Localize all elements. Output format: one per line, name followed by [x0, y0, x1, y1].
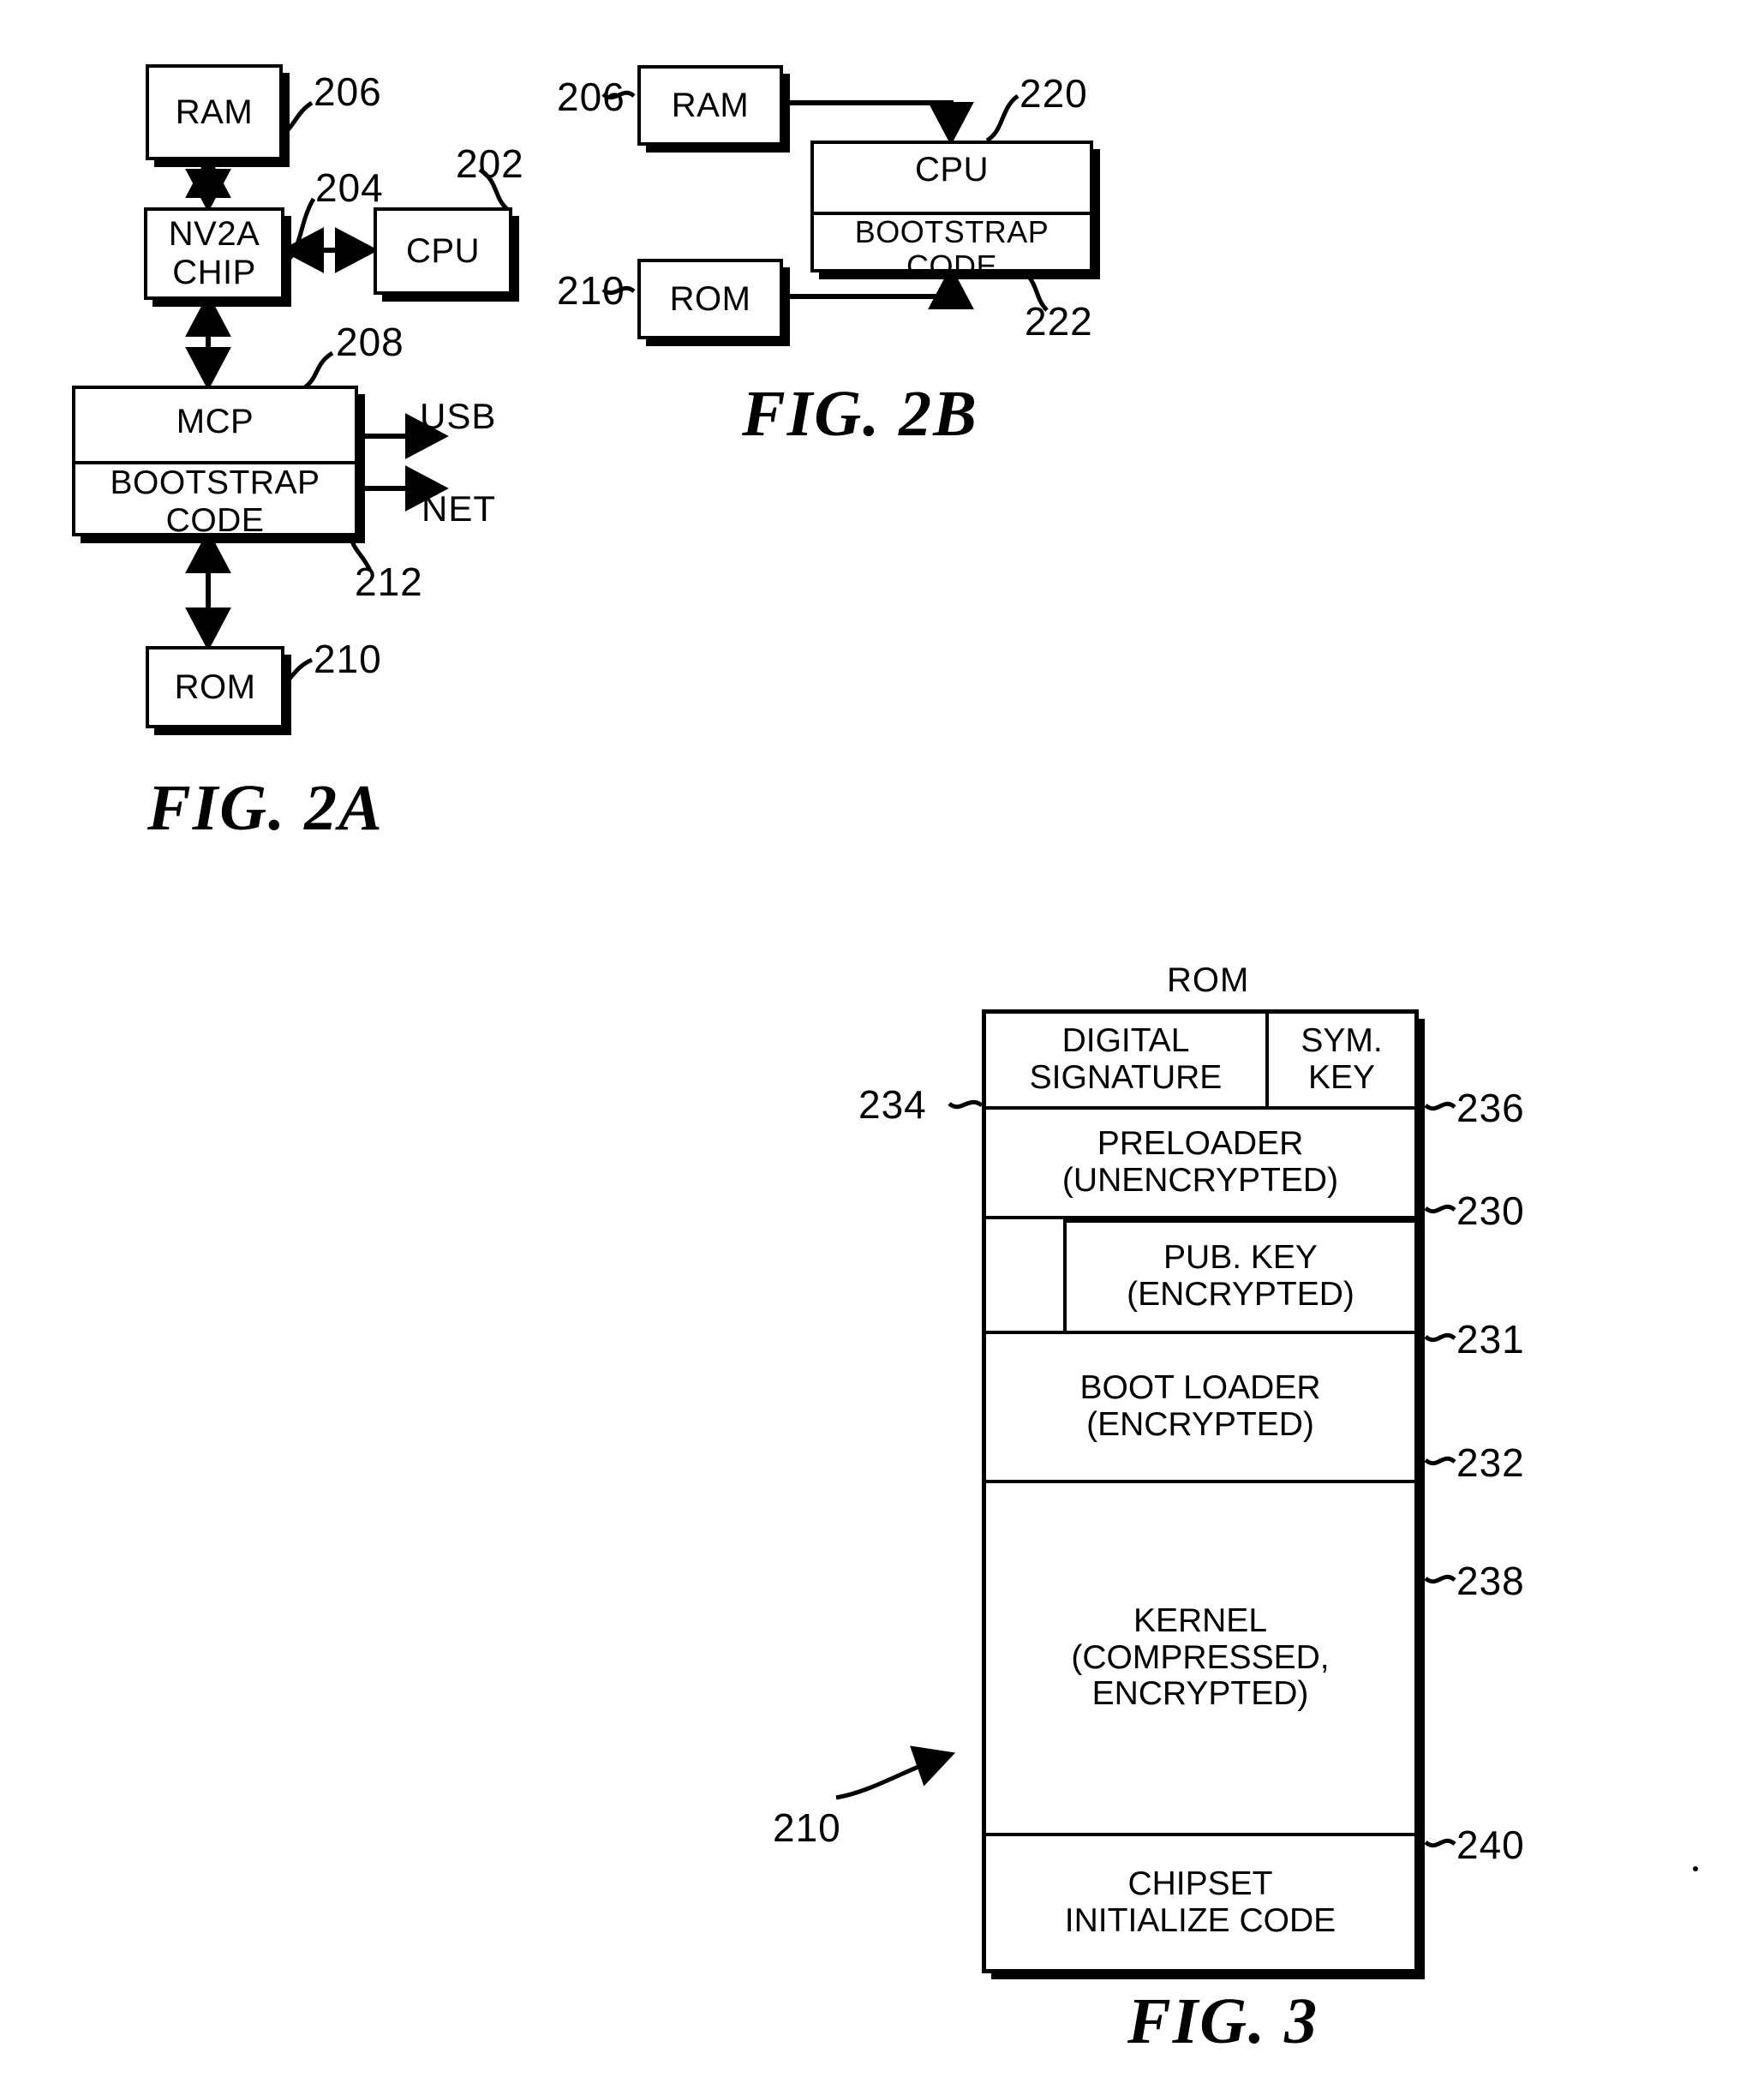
fig3-sym-key-label: SYM. KEY: [1301, 1022, 1383, 1096]
fig3-segment-chipset-init: CHIPSET INITIALIZE CODE: [986, 1836, 1414, 1969]
ref-236-fig3: 236: [1456, 1086, 1525, 1130]
fig2b-cpu-label: CPU: [915, 151, 989, 189]
fig3-boot-loader-label: BOOT LOADER (ENCRYPTED): [1079, 1369, 1321, 1443]
lead-240-fig3: [1424, 1838, 1456, 1848]
ref-220-fig2b: 220: [1020, 71, 1088, 116]
ref-232-fig3: 232: [1456, 1440, 1525, 1485]
fig2a-usb-label: USB: [420, 396, 497, 436]
ref-210-fig2b: 210: [557, 268, 625, 313]
lead-234-fig3: [948, 1099, 984, 1110]
fig2a-net-label: NET: [422, 488, 496, 529]
ref-206-fig2b: 206: [557, 75, 625, 119]
fig2a-rom-label: ROM: [174, 667, 256, 706]
ref-204-fig2a: 204: [315, 165, 384, 210]
ref-212-fig2a: 212: [355, 560, 423, 604]
fig3-segment-boot-loader: BOOT LOADER (ENCRYPTED): [986, 1331, 1414, 1483]
fig3-chipset-init-label: CHIPSET INITIALIZE CODE: [1064, 1865, 1336, 1939]
fig2a-nv2a-line1: NV2A: [168, 215, 260, 254]
ref-210-fig2a: 210: [314, 637, 382, 681]
lead-210-fig2a: [281, 657, 314, 687]
fig3-segment-kernel: KERNEL (COMPRESSED, ENCRYPTED): [986, 1483, 1414, 1836]
fig2a-nv2a-block: NV2A CHIP: [144, 207, 284, 300]
fig3-digital-signature-label: DIGITAL SIGNATURE: [986, 1014, 1269, 1106]
scan-artifact-dot: [1693, 1866, 1698, 1871]
fig2a-nv2a-label: NV2A CHIP: [147, 211, 281, 296]
ref-202-fig2a: 202: [456, 141, 524, 186]
fig3-caption: FIG. 3: [1127, 1985, 1319, 2057]
fig2b-caption: FIG. 2B: [742, 378, 978, 450]
fig3-segment-digital-signature: DIGITAL SIGNATURE SYM. KEY: [986, 1014, 1414, 1110]
fig2b-cpu-block: CPU BOOTSTRAP CODE: [810, 141, 1093, 284]
fig2a-rom-block: ROM: [146, 646, 284, 728]
fig2b-ram-label: RAM: [671, 86, 750, 124]
ref-210-fig3: 210: [773, 1805, 841, 1850]
lead-231-fig3: [1424, 1332, 1456, 1343]
fig2a-nv2a-line2: CHIP: [172, 254, 256, 291]
ref-234-fig3: 234: [858, 1082, 927, 1127]
fig3-rom-title: ROM: [1167, 961, 1250, 999]
fig2b-ram-block: RAM: [637, 65, 783, 146]
ref-230-fig3: 230: [1456, 1188, 1525, 1233]
fig2b-rom-label: ROM: [669, 279, 751, 318]
fig3-preloader-label: PRELOADER (UNENCRYPTED): [1061, 1125, 1339, 1199]
fig3-kernel-label: KERNEL (COMPRESSED, ENCRYPTED): [1071, 1601, 1330, 1713]
fig2a-mcp-block: MCP BOOTSTRAP CODE: [72, 386, 358, 539]
fig3-rom-memory-map: DIGITAL SIGNATURE SYM. KEY PRELOADER (UN…: [982, 1009, 1419, 1973]
ref-208-fig2a: 208: [336, 320, 404, 364]
ref-206-fig2a: 206: [314, 69, 382, 114]
lead-230-fig3: [1424, 1204, 1456, 1214]
ref-240-fig3: 240: [1456, 1823, 1525, 1867]
fig3-segment-pub-key: PUB. KEY (ENCRYPTED): [986, 1219, 1414, 1331]
connector-overlay: [185, 90, 1456, 1848]
fig2a-caption: FIG. 2A: [147, 772, 384, 844]
fig2a-mcp-bootstrap-label: BOOTSTRAP CODE: [75, 461, 355, 539]
fig2a-mcp-label: MCP: [176, 402, 254, 440]
fig2b-cpu-bootstrap-label: BOOTSTRAP CODE: [814, 211, 1090, 284]
patent-drawing-sheet: RAM 206 NV2A CHIP 204 CPU 202 MCP BOOTST…: [0, 0, 1764, 2089]
fig2a-cpu-block: CPU: [374, 207, 512, 295]
lead-204-fig2a: [279, 197, 316, 266]
ref-231-fig3: 231: [1456, 1317, 1525, 1362]
fig3-pub-key-label: PUB. KEY (ENCRYPTED): [1063, 1219, 1414, 1331]
ref-238-fig3: 238: [1456, 1559, 1525, 1603]
lead-210-fig3: [835, 1745, 956, 1800]
fig2a-ram-block: RAM: [146, 64, 283, 160]
lead-206-fig2a: [278, 100, 314, 140]
fig2a-ram-label: RAM: [175, 93, 254, 131]
fig3-segment-preloader: PRELOADER (UNENCRYPTED): [986, 1110, 1414, 1219]
lead-236-fig3: [1424, 1101, 1456, 1111]
fig2a-cpu-label: CPU: [406, 231, 480, 270]
ref-222-fig2b: 222: [1025, 299, 1093, 344]
fig2b-rom-block: ROM: [637, 259, 783, 339]
lead-238-fig3: [1424, 1574, 1456, 1584]
lead-232-fig3: [1424, 1456, 1456, 1466]
